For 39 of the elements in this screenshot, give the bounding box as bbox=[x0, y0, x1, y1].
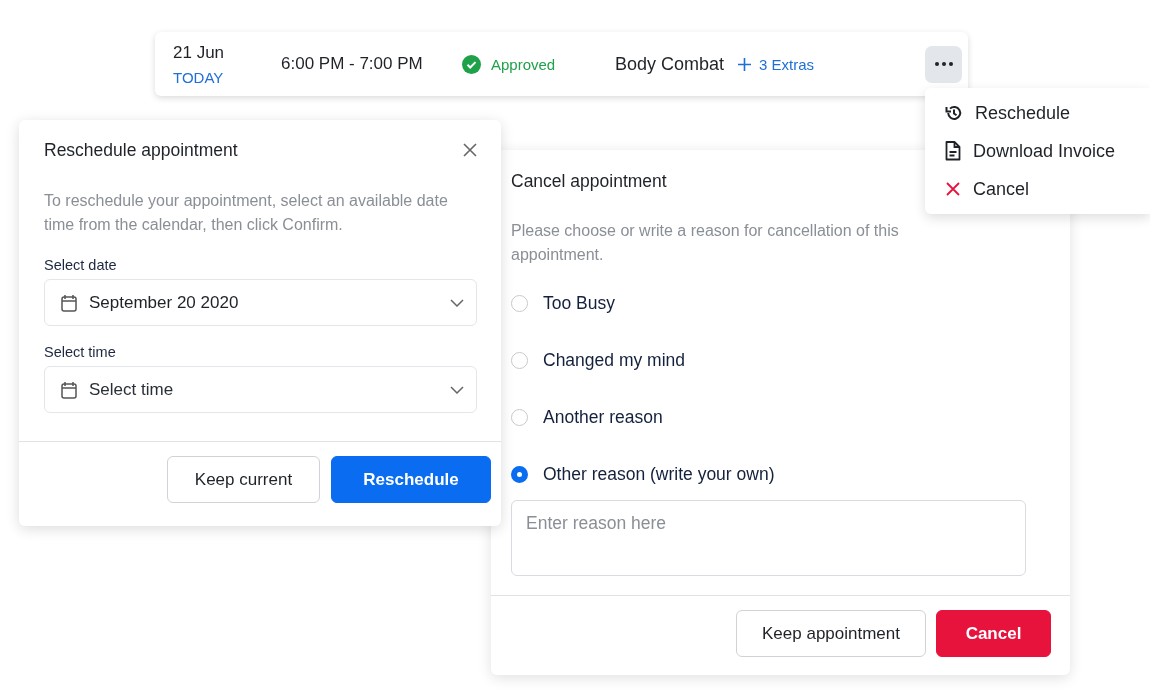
history-icon bbox=[945, 104, 963, 122]
dialog-description: To reschedule your appointment, select an available date time from the calendar, then click Confirm. bbox=[44, 191, 449, 235]
status-label: Approved bbox=[491, 55, 556, 73]
plus-icon bbox=[738, 57, 752, 71]
calendar-icon bbox=[61, 380, 77, 399]
time-dropdown[interactable]: Select time bbox=[44, 366, 477, 413]
menu-item[interactable]: Reschedule bbox=[925, 94, 1150, 132]
menu-item[interactable]: Download Invoice bbox=[925, 132, 1150, 170]
extras-link[interactable]: 3 Extras bbox=[738, 55, 815, 73]
appointment-time: 6:00 PM - 7:00 PM bbox=[281, 54, 424, 74]
reason-option[interactable]: Changed my mind bbox=[511, 349, 1026, 372]
more-button[interactable] bbox=[925, 45, 962, 83]
document-icon bbox=[945, 141, 961, 161]
chevron-down-icon bbox=[450, 385, 464, 394]
day-label: TODAY bbox=[173, 68, 225, 86]
close-icon bbox=[945, 181, 961, 197]
calendar-icon bbox=[61, 293, 77, 312]
chevron-down-icon bbox=[450, 298, 464, 307]
cancel-confirm-button[interactable]: Cancel bbox=[936, 610, 1051, 657]
field-label: Select time bbox=[44, 344, 117, 360]
reschedule-keep-button[interactable]: Keep current bbox=[167, 456, 320, 503]
reason-option[interactable]: Other reason (write your own) bbox=[511, 463, 1026, 486]
cancel-keep-button[interactable]: Keep appointment bbox=[736, 610, 926, 657]
dialog-description: Please choose or write a reason for cancellation of this appointment. bbox=[511, 221, 900, 265]
reason-field[interactable]: Enter reason here bbox=[511, 500, 1026, 576]
dialog-title: Reschedule appointment bbox=[44, 139, 238, 161]
menu-item[interactable]: Cancel bbox=[925, 170, 1150, 208]
dialog-title: Cancel appointment bbox=[511, 171, 667, 192]
class-name: Body Combat bbox=[615, 53, 725, 75]
appointment-date: 21 Jun bbox=[173, 42, 226, 63]
reschedule-confirm-button[interactable]: Reschedule bbox=[331, 456, 491, 503]
close-icon bbox=[463, 143, 477, 157]
reason-option[interactable]: Another reason bbox=[511, 406, 1026, 429]
more-dots-icon bbox=[934, 62, 953, 66]
field-label: Select date bbox=[44, 257, 118, 273]
close-button[interactable] bbox=[463, 143, 477, 157]
reason-option[interactable]: Too Busy bbox=[511, 292, 1026, 315]
date-dropdown[interactable]: September 20 2020 bbox=[44, 279, 477, 326]
radio-button[interactable] bbox=[511, 466, 528, 483]
